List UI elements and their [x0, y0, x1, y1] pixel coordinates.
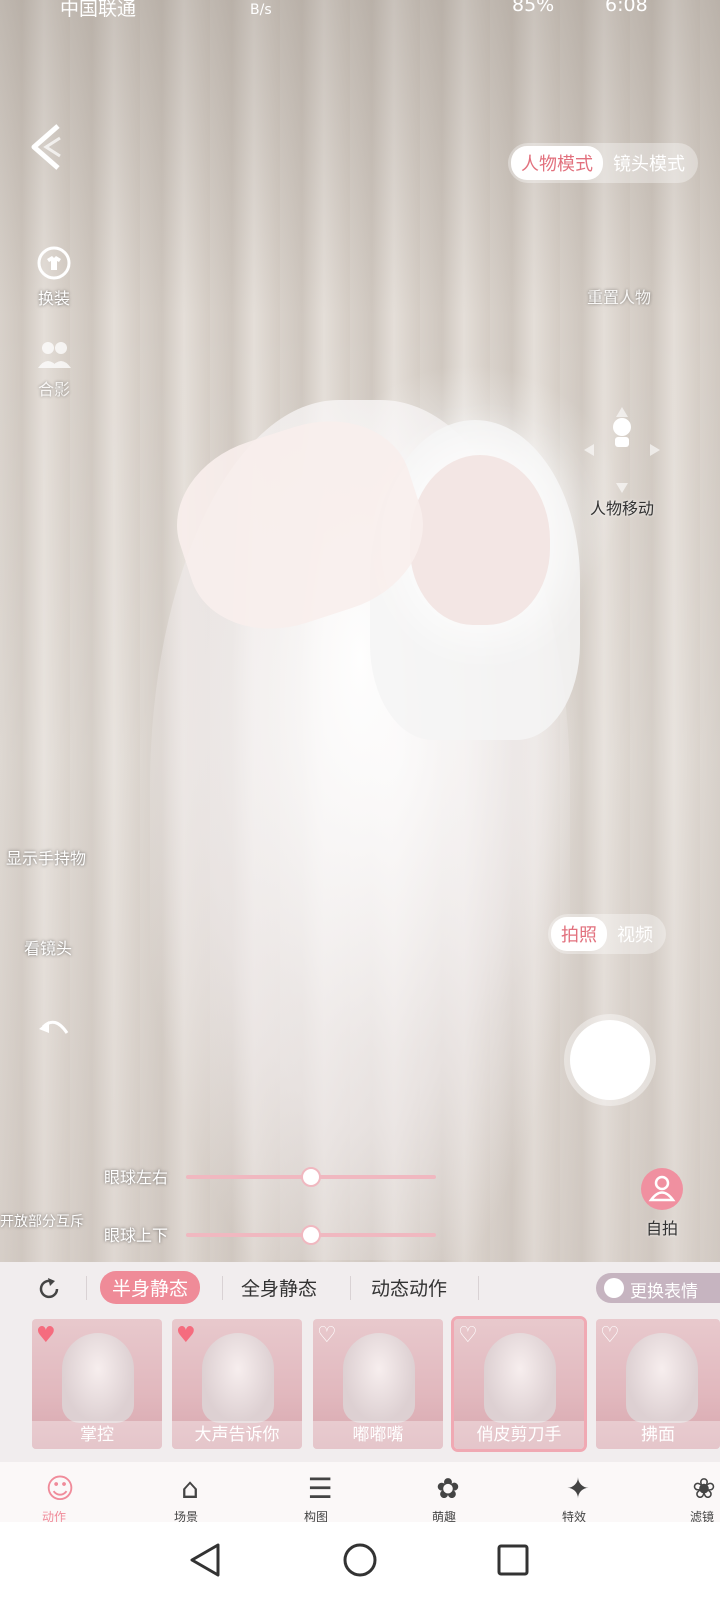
- change-expression-button[interactable]: 更换表情: [596, 1273, 720, 1303]
- group-photo-label: 合影: [37, 380, 70, 399]
- pose-thumbnail: [202, 1333, 274, 1423]
- wave-hand-icon: ☺: [45, 1472, 75, 1505]
- pose-thumbnail: [484, 1333, 556, 1423]
- chevron-left-icon: [31, 124, 61, 170]
- pose-thumbnail: [626, 1333, 698, 1423]
- group-people-icon: [38, 342, 71, 368]
- eye-horizontal-slider[interactable]: [186, 1167, 436, 1187]
- capture-mode-toggle[interactable]: 拍照 视频: [548, 914, 666, 954]
- back-triangle-icon[interactable]: [188, 1542, 222, 1578]
- heart-outline-icon[interactable]: ♡: [600, 1323, 620, 1348]
- capture-video[interactable]: 视频: [607, 917, 663, 951]
- selfie-button[interactable]: 自拍: [636, 1167, 688, 1239]
- pose-name: 拂面: [596, 1421, 720, 1449]
- magic-wand-icon: ✦: [566, 1472, 590, 1505]
- pose-name: 大声告诉你: [172, 1421, 302, 1449]
- look-at-camera-toggle[interactable]: 看镜头: [24, 935, 72, 959]
- bunny-icon: ✿: [436, 1472, 460, 1505]
- tab-divider: [350, 1276, 351, 1300]
- home-circle-icon[interactable]: [342, 1542, 378, 1578]
- nav-effects[interactable]: ✦: [558, 1472, 598, 1505]
- tab-divider: [222, 1276, 223, 1300]
- scene-icon: ⌂: [181, 1472, 199, 1505]
- nav-filters[interactable]: ❀: [684, 1472, 720, 1505]
- pose-name: 掌控: [32, 1421, 162, 1449]
- eye-horizontal-handle[interactable]: [301, 1167, 321, 1187]
- heart-icon[interactable]: ♥: [176, 1323, 196, 1348]
- pose-name: 嘟嘟嘴: [313, 1421, 443, 1449]
- change-outfit-label: 换装: [37, 289, 70, 308]
- tab-half-body-static[interactable]: 半身静态: [100, 1271, 201, 1304]
- pose-card[interactable]: ♡ 拂面: [596, 1319, 720, 1449]
- move-character-label: 人物移动: [589, 499, 654, 518]
- heart-icon[interactable]: ♥: [36, 1323, 56, 1348]
- pose-name: 俏皮剪刀手: [454, 1421, 584, 1449]
- change-expression-label: 更换表情: [630, 1282, 698, 1302]
- tab-dynamic-action[interactable]: 动态动作: [371, 1274, 447, 1301]
- sliders-icon: ☰: [307, 1472, 333, 1505]
- back-button[interactable]: [26, 122, 66, 172]
- move-character-icon: [584, 407, 660, 493]
- capture-photo[interactable]: 拍照: [551, 917, 607, 951]
- network-speed: B/s: [250, 2, 272, 18]
- mode-toggle[interactable]: 人物模式 镜头模式: [508, 143, 698, 183]
- nav-scene[interactable]: ⌂: [170, 1472, 210, 1505]
- pose-card[interactable]: ♡ 嘟嘟嘴: [313, 1319, 443, 1449]
- pose-card[interactable]: ♥ 掌控: [32, 1319, 162, 1449]
- tab-divider: [478, 1276, 479, 1300]
- status-bar: 中国联通 B/s 85% 6:08: [0, 0, 720, 24]
- reset-character-label: 重置人物: [586, 288, 651, 307]
- shutter-button[interactable]: [570, 1020, 650, 1100]
- recents-square-icon[interactable]: [496, 1543, 530, 1577]
- clock: 6:08: [605, 0, 648, 16]
- selfie-label: 自拍: [645, 1219, 678, 1238]
- reset-icon: [574, 248, 664, 284]
- group-photo-button[interactable]: 合影: [24, 338, 84, 400]
- system-nav-bar: [0, 1522, 720, 1600]
- tab-full-body-static[interactable]: 全身静态: [241, 1274, 317, 1301]
- heart-outline-icon[interactable]: ♡: [458, 1323, 478, 1348]
- carrier-label: 中国联通: [60, 0, 137, 20]
- filter-icon: ❀: [692, 1472, 716, 1505]
- eye-vertical-handle[interactable]: [301, 1225, 321, 1245]
- reset-character-button[interactable]: 重置人物: [574, 248, 664, 308]
- undo-icon: [39, 1020, 69, 1034]
- bottom-nav: ☺ 动作 ⌂ 场景 ☰ 构图 ✿ 萌趣 ✦ 特效 ❀ 滤镜: [0, 1462, 720, 1524]
- eye-vertical-slider[interactable]: [186, 1225, 436, 1245]
- refresh-icon[interactable]: [36, 1276, 62, 1302]
- mode-character[interactable]: 人物模式: [511, 146, 603, 180]
- nav-action[interactable]: ☺: [40, 1472, 80, 1505]
- tab-divider: [86, 1276, 87, 1300]
- show-held-item-toggle[interactable]: 显示手持物: [6, 845, 86, 869]
- character-face: [410, 455, 550, 625]
- nav-composition[interactable]: ☰: [300, 1472, 340, 1505]
- eye-vertical-label: 眼球上下: [104, 1226, 169, 1245]
- selfie-icon: [641, 1168, 683, 1210]
- undo-button[interactable]: [34, 1013, 74, 1047]
- change-outfit-button[interactable]: 换装: [24, 245, 84, 309]
- battery-percent: 85%: [512, 0, 555, 16]
- open-partial-interaction-toggle[interactable]: 开放部分互斥: [0, 1211, 84, 1231]
- outfit-swap-icon: [37, 246, 71, 280]
- eye-horizontal-label: 眼球左右: [104, 1168, 169, 1187]
- pose-thumbnail: [62, 1333, 134, 1423]
- move-character-button[interactable]: 人物移动: [582, 405, 662, 519]
- pose-card-selected[interactable]: ♡ 俏皮剪刀手: [451, 1316, 587, 1452]
- nav-cute[interactable]: ✿: [428, 1472, 468, 1505]
- emoji-icon: [604, 1278, 624, 1298]
- pose-thumbnail: [343, 1333, 415, 1423]
- mode-camera[interactable]: 镜头模式: [603, 146, 695, 180]
- heart-outline-icon[interactable]: ♡: [317, 1323, 337, 1348]
- pose-card[interactable]: ♥ 大声告诉你: [172, 1319, 302, 1449]
